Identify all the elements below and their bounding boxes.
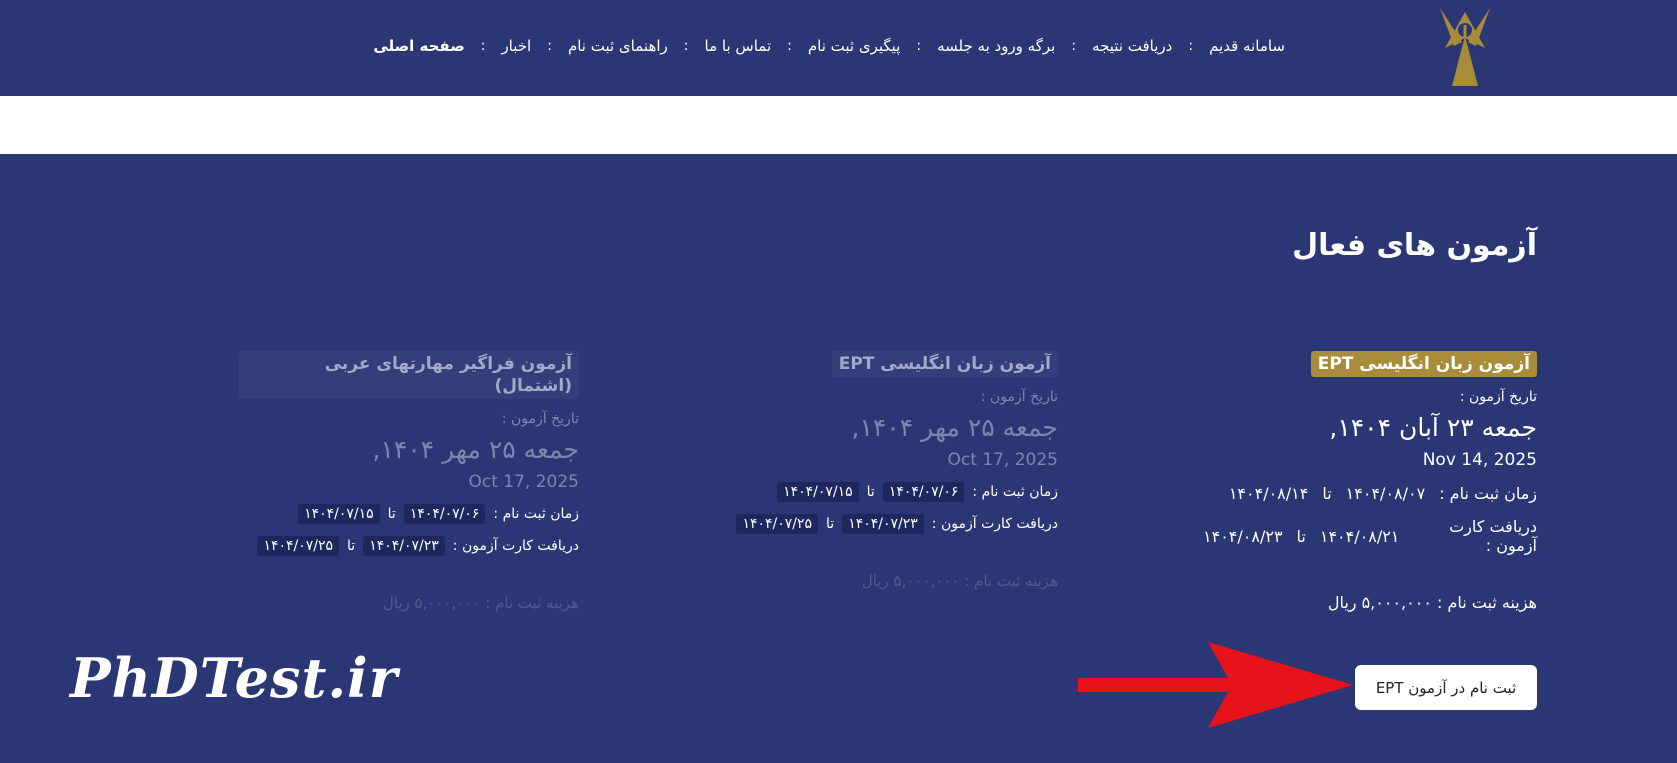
red-arrow-icon [1078,642,1353,728]
exam-card-active: آزمون زبان انگلیسی EPT تاریخ آزمون : جمع… [1197,351,1537,612]
exam-date-persian: جمعه ۲۵ مهر ۱۴۰۴, [372,435,579,464]
white-banner-strip [0,96,1677,154]
card-period: دریافت کارت آزمون : ۱۴۰۴/۰۷/۲۳ تا ۱۴۰۴/۰… [239,536,579,556]
exam-date-persian: جمعه ۲۳ آبان ۱۴۰۴, [1329,413,1537,442]
to-label: تا [387,506,396,522]
card-label: دریافت کارت آزمون : [452,538,579,554]
phdtest-watermark: PhDTest.ir [70,646,399,710]
nav-news[interactable]: اخبار [501,37,531,55]
to-label: تا [1322,484,1332,503]
registration-end: ۱۴۰۴/۰۷/۱۵ [777,482,859,502]
nav-separator: : [480,38,486,54]
registration-label: زمان ثبت نام : [493,506,579,522]
nav-separator: : [787,38,792,54]
exam-date-gregorian: Oct 17, 2025 [947,450,1059,470]
registration-period: زمان ثبت نام : ۱۴۰۴/۰۸/۰۷ تا ۱۴۰۴/۰۸/۱۴ [1197,482,1537,505]
registration-period: زمان ثبت نام : ۱۴۰۴/۰۷/۰۶ تا ۱۴۰۴/۰۷/۱۵ [718,482,1058,502]
card-end: ۱۴۰۴/۰۸/۲۳ [1203,526,1283,546]
nav-registration-guide[interactable]: راهنمای ثبت نام [568,37,668,55]
card-period: دریافت کارت آزمون : ۱۴۰۴/۰۸/۲۱ تا ۱۴۰۴/۰… [1197,517,1537,555]
registration-fee: هزینه ثبت نام : ۵,۰۰۰,۰۰۰ ریال [1327,593,1537,612]
nav-admission-card[interactable]: برگه ورود به جلسه [937,37,1055,55]
registration-end: ۱۴۰۴/۰۷/۱۵ [298,504,380,524]
card-end: ۱۴۰۴/۰۷/۲۵ [736,514,819,534]
to-label: تا [826,516,835,532]
card-period: دریافت کارت آزمون : ۱۴۰۴/۰۷/۲۳ تا ۱۴۰۴/۰… [718,514,1058,534]
nav-separator: : [916,38,922,54]
main-nav: صفحه اصلی : اخبار : راهنمای ثبت نام : تم… [373,33,1285,59]
exam-title[interactable]: آزمون فراگیر مهارتهای عربی (اشتمال) [239,351,579,399]
exam-card-past: آزمون زبان انگلیسی EPT تاریخ آزمون : جمع… [718,351,1058,590]
card-start: ۱۴۰۴/۰۷/۲۳ [842,514,924,534]
nav-separator: : [1188,38,1194,54]
to-label: تا [866,484,875,500]
nav-home[interactable]: صفحه اصلی [373,37,464,55]
registration-start: ۱۴۰۴/۰۷/۰۶ [403,504,486,524]
card-start: ۱۴۰۴/۰۷/۲۳ [363,536,445,556]
active-exams-title: آزمون های فعال [1292,228,1537,263]
exam-date-persian: جمعه ۲۵ مهر ۱۴۰۴, [851,413,1058,442]
exam-date-label: تاریخ آزمون : [980,389,1058,405]
registration-period: زمان ثبت نام : ۱۴۰۴/۰۷/۰۶ تا ۱۴۰۴/۰۷/۱۵ [239,504,579,524]
registration-fee: هزینه ثبت نام : ۵,۰۰۰,۰۰۰ ریال [861,572,1058,590]
nav-contact[interactable]: تماس با ما [705,37,772,55]
register-ept-button[interactable]: ثبت نام در آزمون EPT [1355,665,1537,710]
nav-track-registration[interactable]: پیگیری ثبت نام [808,37,901,55]
to-label: تا [1296,526,1306,546]
nav-separator: : [547,38,552,54]
card-start: ۱۴۰۴/۰۸/۲۱ [1319,526,1400,546]
card-label: دریافت کارت آزمون : [1449,517,1537,555]
exam-date-gregorian: Nov 14, 2025 [1422,450,1537,470]
exam-title[interactable]: آزمون زبان انگلیسی EPT [831,351,1058,377]
university-logo[interactable] [1440,8,1490,86]
card-label: دریافت کارت آزمون : [931,516,1058,532]
registration-start: ۱۴۰۴/۰۸/۰۷ [1345,484,1426,503]
registration-label: زمان ثبت نام : [1439,484,1537,503]
nav-separator: : [1071,38,1077,54]
nav-old-system[interactable]: سامانه قدیم [1209,37,1285,55]
registration-label: زمان ثبت نام : [972,484,1058,500]
registration-start: ۱۴۰۴/۰۷/۰۶ [882,482,965,502]
nav-separator: : [683,38,689,54]
exam-date-gregorian: Oct 17, 2025 [468,472,580,492]
exam-card-past: آزمون فراگیر مهارتهای عربی (اشتمال) تاری… [239,351,579,612]
to-label: تا [347,538,356,554]
top-navbar: صفحه اصلی : اخبار : راهنمای ثبت نام : تم… [0,0,1677,96]
exam-date-label: تاریخ آزمون : [1459,389,1537,405]
nav-results[interactable]: دریافت نتیجه [1092,37,1172,55]
exam-title[interactable]: آزمون زبان انگلیسی EPT [1310,351,1537,377]
card-end: ۱۴۰۴/۰۷/۲۵ [257,536,340,556]
registration-end: ۱۴۰۴/۰۸/۱۴ [1228,484,1309,503]
registration-fee: هزینه ثبت نام : ۵,۰۰۰,۰۰۰ ریال [382,594,579,612]
exam-date-label: تاریخ آزمون : [501,411,579,427]
